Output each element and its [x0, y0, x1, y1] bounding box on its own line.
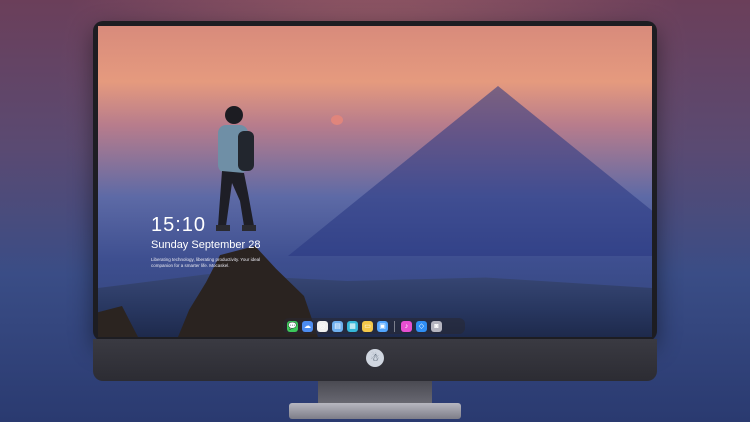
mountain-shadow [288, 86, 652, 256]
clapper-icon[interactable]: ▦ [347, 320, 358, 332]
monitor-stand-base [289, 403, 461, 419]
lockscreen-date: Sunday September 28 [151, 239, 261, 251]
hiker-figure [216, 106, 256, 231]
lockscreen-time: 15:10 [151, 214, 207, 236]
monitor-stand-neck [318, 381, 432, 405]
music-icon[interactable]: ♪ [401, 320, 412, 332]
dock-separator [394, 320, 395, 332]
lockscreen-tagline: Liberating technology, liberating produc… [151, 257, 261, 268]
reminders-icon[interactable]: ▭ [362, 320, 373, 332]
photos-icon[interactable]: ▣ [377, 320, 388, 332]
camera-icon[interactable]: ◙ [431, 320, 442, 332]
safari-icon[interactable]: ◎ [317, 320, 328, 332]
dock: 💬 ☁ ◎ ▤ ▦ ▭ ▣ ♪ ◇ ◙ [283, 318, 465, 334]
finder-icon[interactable]: ☁ [302, 320, 313, 332]
lock-screen: 15:10 Sunday September 28 Liberating tec… [98, 26, 652, 337]
messages-icon[interactable]: 💬 [287, 320, 298, 332]
brand-logo-icon: ☃ [366, 349, 384, 367]
notes-icon[interactable]: ▤ [332, 320, 343, 332]
appstore-icon[interactable]: ◇ [416, 320, 427, 332]
moon [331, 115, 343, 125]
